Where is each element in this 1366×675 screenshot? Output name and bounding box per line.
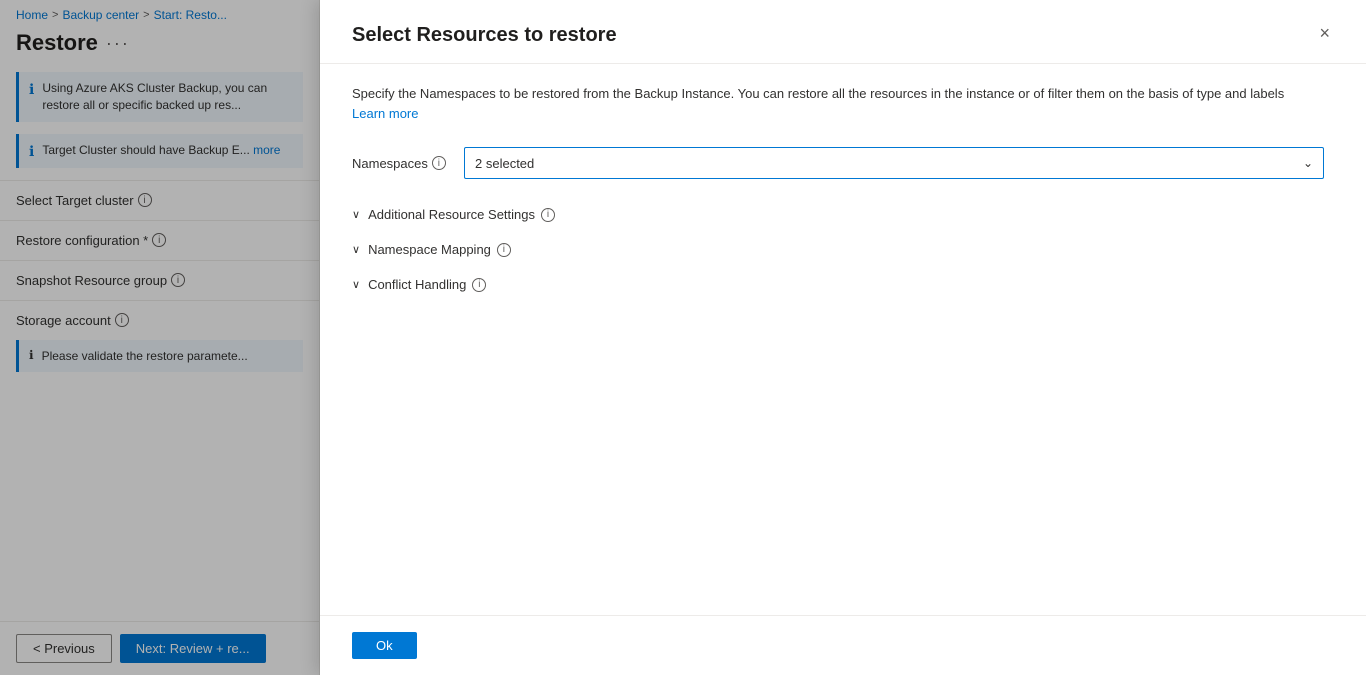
namespaces-info-icon[interactable]: i (432, 156, 446, 170)
conflict-handling-accordion: ∨ Conflict Handling i (352, 269, 1334, 300)
dialog-title: Select Resources to restore (352, 24, 617, 47)
select-resources-dialog: Select Resources to restore × Specify th… (320, 0, 1366, 675)
conflict-handling-chevron-down-icon: ∨ (352, 278, 360, 291)
conflict-handling-title: Conflict Handling i (368, 277, 486, 292)
additional-resource-settings-header[interactable]: ∨ Additional Resource Settings i (352, 199, 1334, 230)
additional-resource-settings-info-icon[interactable]: i (541, 208, 555, 222)
namespace-mapping-header[interactable]: ∨ Namespace Mapping i (352, 234, 1334, 265)
additional-resource-settings-title: Additional Resource Settings i (368, 207, 555, 222)
dialog-close-button[interactable]: × (1315, 24, 1334, 42)
conflict-handling-header[interactable]: ∨ Conflict Handling i (352, 269, 1334, 300)
namespace-mapping-chevron-down-icon: ∨ (352, 243, 360, 256)
dialog-header: Select Resources to restore × (320, 0, 1366, 64)
namespaces-value: 2 selected (475, 156, 534, 171)
ok-button[interactable]: Ok (352, 632, 417, 659)
dialog-footer: Ok (320, 615, 1366, 675)
namespaces-field-row: Namespaces i 2 selected ⌄ (352, 147, 1334, 179)
conflict-handling-info-icon[interactable]: i (472, 278, 486, 292)
additional-resource-settings-accordion: ∨ Additional Resource Settings i (352, 199, 1334, 230)
learn-more-link[interactable]: Learn more (352, 106, 418, 121)
dialog-description: Specify the Namespaces to be restored fr… (352, 84, 1312, 123)
dialog-description-text: Specify the Namespaces to be restored fr… (352, 86, 1284, 101)
namespace-mapping-accordion: ∨ Namespace Mapping i (352, 234, 1334, 265)
namespaces-select[interactable]: 2 selected ⌄ (464, 147, 1324, 179)
dialog-body: Specify the Namespaces to be restored fr… (320, 64, 1366, 615)
namespace-mapping-info-icon[interactable]: i (497, 243, 511, 257)
namespaces-chevron-down-icon: ⌄ (1303, 156, 1313, 170)
additional-resource-settings-chevron-down-icon: ∨ (352, 208, 360, 221)
namespace-mapping-title: Namespace Mapping i (368, 242, 511, 257)
namespaces-label: Namespaces i (352, 156, 452, 171)
